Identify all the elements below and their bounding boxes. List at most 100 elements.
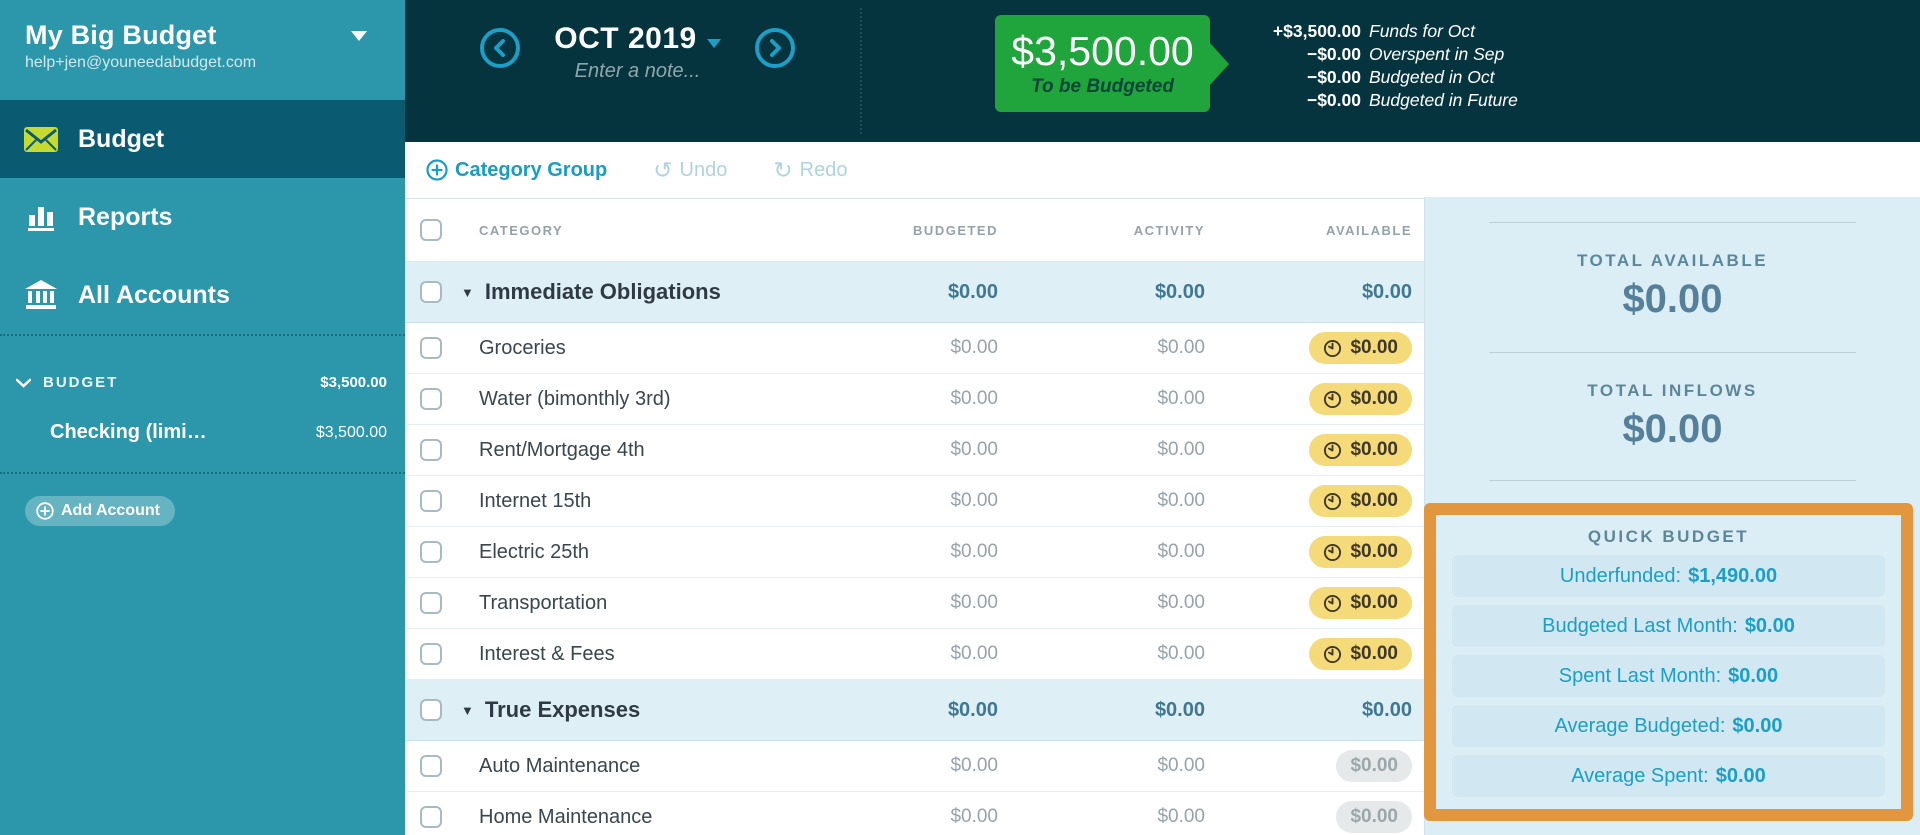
budgeted-cell[interactable]: $0.00 (832, 592, 1012, 614)
sidebar-item-label: All Accounts (78, 280, 230, 309)
quick-budget-spent-last-month[interactable]: Spent Last Month: $0.00 (1452, 655, 1885, 697)
activity-cell: $0.00 (1154, 698, 1205, 721)
table-row: Home Maintenance $0.00 $0.00 $0.00 (405, 792, 1424, 835)
accounts-section-header[interactable]: BUDGET $3,500.00 (0, 374, 405, 391)
quick-budget-average-spent[interactable]: Average Spent: $0.00 (1452, 755, 1885, 797)
redo-button[interactable]: ↻ Redo (767, 158, 853, 183)
chevron-down-icon[interactable] (351, 30, 367, 41)
ynab-app: My Big Budget help+jen@youneedabudget.co… (0, 0, 1920, 835)
budget-switcher[interactable]: My Big Budget help+jen@youneedabudget.co… (0, 0, 405, 100)
row-checkbox[interactable] (420, 281, 442, 303)
row-checkbox[interactable] (420, 490, 442, 512)
budgeted-cell[interactable]: $0.00 (832, 388, 1012, 410)
row-checkbox[interactable] (420, 643, 442, 665)
bank-icon (22, 280, 60, 310)
row-checkbox[interactable] (420, 592, 442, 614)
select-all-checkbox[interactable] (420, 219, 442, 241)
inspector-panel: TOTAL AVAILABLE $0.00 TOTAL INFLOWS $0.0… (1424, 142, 1920, 835)
month-dropdown-icon[interactable] (706, 39, 721, 49)
category-name[interactable]: Home Maintenance (479, 806, 652, 829)
available-pill[interactable]: $0.00 (1309, 536, 1412, 568)
category-name[interactable]: Electric 25th (479, 541, 589, 564)
collapse-triangle-icon[interactable]: ▼ (461, 704, 474, 717)
category-name[interactable]: Internet 15th (479, 490, 591, 513)
budgeted-cell[interactable]: $0.00 (832, 541, 1012, 563)
month-note-input[interactable]: Enter a note... (520, 60, 755, 83)
category-name[interactable]: Interest & Fees (479, 643, 615, 666)
column-header-available[interactable]: AVAILABLE (1219, 223, 1424, 238)
quick-budget-section: QUICK BUDGET Underfunded: $1,490.00 Budg… (1424, 503, 1913, 821)
budget-header: OCT 2019 Enter a note... $3,500.00 To be… (405, 0, 1920, 142)
available-pill[interactable]: $0.00 (1309, 587, 1412, 619)
category-name[interactable]: Groceries (479, 337, 566, 360)
quick-budget-budgeted-last-month[interactable]: Budgeted Last Month: $0.00 (1452, 605, 1885, 647)
previous-month-button[interactable] (480, 28, 520, 68)
group-name[interactable]: True Expenses (485, 697, 640, 723)
available-pill[interactable]: $0.00 (1309, 485, 1412, 517)
sidebar-item-reports[interactable]: Reports (0, 178, 405, 256)
activity-cell: $0.00 (1157, 541, 1205, 562)
available-pill[interactable]: $0.00 (1336, 750, 1412, 782)
sidebar-account-checking[interactable]: Checking (limi… $3,500.00 (0, 421, 405, 444)
activity-cell: $0.00 (1157, 755, 1205, 776)
accounts-section-label: BUDGET (43, 374, 119, 391)
column-header-activity[interactable]: ACTIVITY (1012, 223, 1219, 238)
category-name[interactable]: Water (bimonthly 3rd) (479, 388, 671, 411)
available-pill[interactable]: $0.00 (1309, 638, 1412, 670)
table-row: Transportation $0.00 $0.00 $0.00 (405, 578, 1424, 629)
total-inflows-amount: $0.00 (1622, 407, 1723, 451)
category-name[interactable]: Rent/Mortgage 4th (479, 439, 645, 462)
row-checkbox[interactable] (420, 388, 442, 410)
row-checkbox[interactable] (420, 541, 442, 563)
table-row: Groceries $0.00 $0.00 $0.00 (405, 323, 1424, 374)
sidebar-divider (0, 472, 405, 474)
sidebar-item-label: Reports (78, 202, 173, 231)
activity-cell: $0.00 (1154, 280, 1205, 303)
budgeted-cell[interactable]: $0.00 (832, 490, 1012, 512)
activity-cell: $0.00 (1157, 337, 1205, 358)
clock-icon (1324, 492, 1342, 510)
sidebar-divider (0, 334, 405, 336)
available-pill[interactable]: $0.00 (1309, 332, 1412, 364)
budgeted-cell[interactable]: $0.00 (832, 643, 1012, 665)
budgeted-cell[interactable]: $0.00 (832, 755, 1012, 777)
row-checkbox[interactable] (420, 699, 442, 721)
quick-budget-title: QUICK BUDGET (1587, 527, 1750, 546)
breakdown-line: −$0.00 Overspent in Sep (1306, 44, 1505, 64)
add-category-group-button[interactable]: Category Group (420, 158, 613, 183)
sidebar-item-all-accounts[interactable]: All Accounts (0, 256, 405, 334)
row-checkbox[interactable] (420, 806, 442, 828)
quick-budget-underfunded[interactable]: Underfunded: $1,490.00 (1452, 555, 1885, 597)
table-header-row: CATEGORY BUDGETED ACTIVITY AVAILABLE (405, 199, 1424, 262)
row-checkbox[interactable] (420, 439, 442, 461)
collapse-triangle-icon[interactable]: ▼ (461, 286, 474, 299)
budgeted-cell[interactable]: $0.00 (832, 439, 1012, 461)
column-header-budgeted[interactable]: BUDGETED (832, 223, 1012, 238)
budgeted-cell[interactable]: $0.00 (832, 337, 1012, 359)
available-pill[interactable]: $0.00 (1336, 801, 1412, 833)
add-account-button[interactable]: Add Account (25, 496, 175, 526)
group-name[interactable]: Immediate Obligations (485, 279, 721, 305)
quick-budget-average-budgeted[interactable]: Average Budgeted: $0.00 (1452, 705, 1885, 747)
available-pill[interactable]: $0.00 (1309, 434, 1412, 466)
to-be-budgeted-flag[interactable]: $3,500.00 To be Budgeted (995, 15, 1229, 112)
chevron-collapse-icon[interactable] (16, 378, 31, 388)
sidebar-item-budget[interactable]: Budget (0, 100, 405, 178)
category-name[interactable]: Transportation (479, 592, 607, 615)
clock-icon (1324, 441, 1342, 459)
month-navigation: OCT 2019 Enter a note... (465, 0, 795, 142)
category-name[interactable]: Auto Maintenance (479, 755, 640, 778)
current-month-label[interactable]: OCT 2019 (554, 22, 696, 56)
row-checkbox[interactable] (420, 755, 442, 777)
next-month-button[interactable] (755, 28, 795, 68)
divider (1489, 222, 1856, 223)
available-pill[interactable]: $0.00 (1309, 383, 1412, 415)
budgeted-cell[interactable]: $0.00 (832, 806, 1012, 828)
row-checkbox[interactable] (420, 337, 442, 359)
column-header-category[interactable]: CATEGORY (455, 223, 832, 238)
activity-cell: $0.00 (1157, 439, 1205, 460)
clock-icon (1324, 543, 1342, 561)
undo-button[interactable]: ↺ Undo (647, 158, 733, 183)
table-row: Auto Maintenance $0.00 $0.00 $0.00 (405, 741, 1424, 792)
bar-chart-icon (22, 202, 60, 232)
